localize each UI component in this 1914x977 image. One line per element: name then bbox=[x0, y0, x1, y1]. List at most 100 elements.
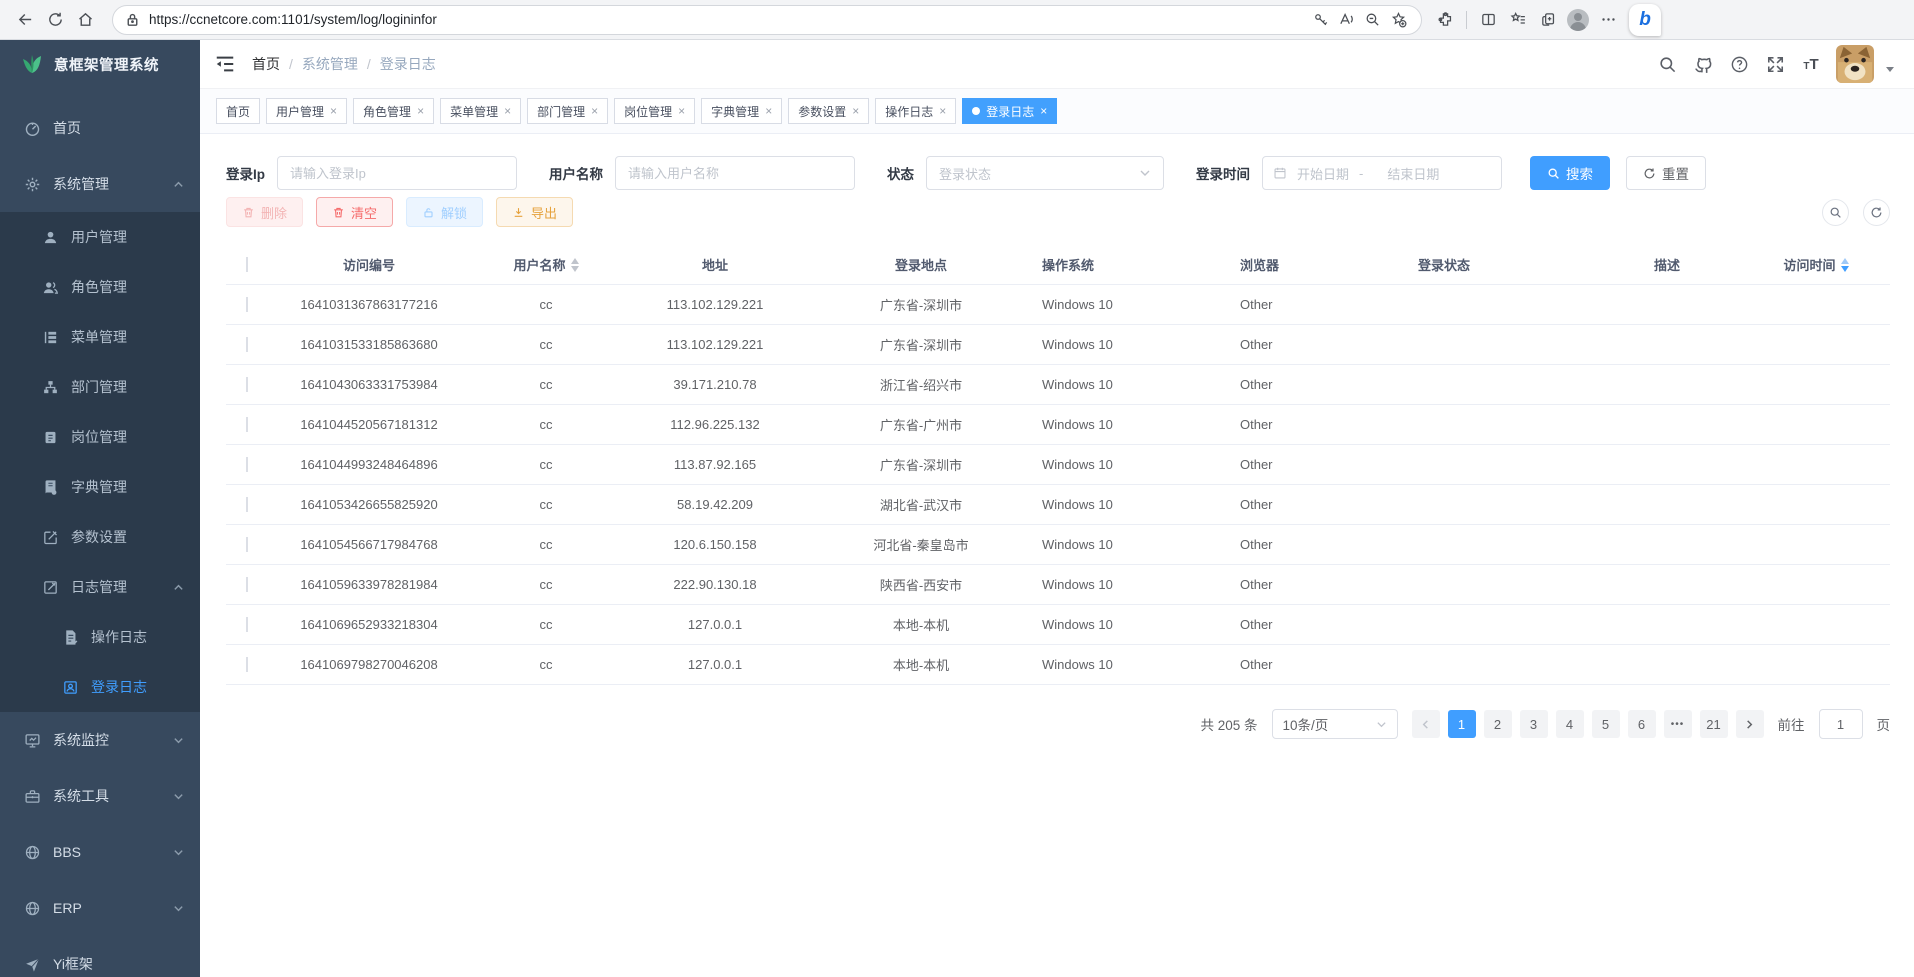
sidebar-collapse-icon[interactable] bbox=[214, 53, 236, 75]
tab-close-icon[interactable]: × bbox=[591, 104, 598, 118]
browser-back-icon[interactable] bbox=[10, 5, 40, 35]
sidebar-item-dept-manage[interactable]: 部门管理 bbox=[0, 362, 200, 412]
page-button-5[interactable]: 5 bbox=[1592, 710, 1620, 738]
delete-button[interactable]: 删除 bbox=[226, 197, 303, 227]
goto-page-input[interactable] bbox=[1819, 709, 1863, 739]
tab-role-manage[interactable]: 角色管理× bbox=[353, 98, 434, 124]
tab-close-icon[interactable]: × bbox=[417, 104, 424, 118]
col-header-visit-time[interactable]: 访问时间 bbox=[1742, 255, 1890, 274]
sidebar-item-yi-framework[interactable]: Yi框架 bbox=[0, 936, 200, 977]
sidebar-item-user-manage[interactable]: 用户管理 bbox=[0, 212, 200, 262]
sidebar-item-login-log[interactable]: 登录日志 bbox=[0, 662, 200, 712]
bing-chat-icon[interactable]: b bbox=[1629, 4, 1661, 36]
row-checkbox[interactable] bbox=[246, 657, 248, 672]
tab-post-manage[interactable]: 岗位管理× bbox=[614, 98, 695, 124]
select-all-checkbox[interactable] bbox=[246, 257, 248, 272]
tab-menu-manage[interactable]: 菜单管理× bbox=[440, 98, 521, 124]
date-range-picker[interactable]: 开始日期 - 结束日期 bbox=[1262, 156, 1502, 190]
row-checkbox[interactable] bbox=[246, 377, 248, 392]
tab-param-setting[interactable]: 参数设置× bbox=[788, 98, 869, 124]
tab-close-icon[interactable]: × bbox=[504, 104, 511, 118]
logo[interactable]: 意框架管理系统 bbox=[0, 40, 200, 88]
sidebar-item-menu-manage[interactable]: 菜单管理 bbox=[0, 312, 200, 362]
sort-icon-active[interactable] bbox=[1841, 258, 1849, 272]
tab-close-icon[interactable]: × bbox=[765, 104, 772, 118]
split-screen-icon[interactable] bbox=[1473, 5, 1503, 35]
show-search-toggle-icon[interactable] bbox=[1822, 199, 1849, 226]
page-button-3[interactable]: 3 bbox=[1520, 710, 1548, 738]
user-name-input[interactable] bbox=[615, 156, 855, 190]
browser-address-bar[interactable]: https://ccnetcore.com:1101/system/log/lo… bbox=[112, 5, 1422, 35]
sidebar-item-system-manage[interactable]: 系统管理 bbox=[0, 156, 200, 212]
row-checkbox[interactable] bbox=[246, 537, 248, 552]
row-checkbox[interactable] bbox=[246, 337, 248, 352]
row-checkbox[interactable] bbox=[246, 497, 248, 512]
password-key-icon[interactable] bbox=[1307, 7, 1333, 33]
row-checkbox[interactable] bbox=[246, 577, 248, 592]
sidebar-item-system-monitor[interactable]: 系统监控 bbox=[0, 712, 200, 768]
row-checkbox[interactable] bbox=[246, 617, 248, 632]
collections-icon[interactable] bbox=[1503, 5, 1533, 35]
browser-profile-avatar[interactable] bbox=[1563, 5, 1593, 35]
sidebar-item-post-manage[interactable]: 岗位管理 bbox=[0, 412, 200, 462]
sidebar-item-erp[interactable]: ERP bbox=[0, 880, 200, 936]
login-ip-input[interactable] bbox=[277, 156, 517, 190]
zoom-out-icon[interactable] bbox=[1359, 7, 1385, 33]
reset-button[interactable]: 重置 bbox=[1626, 156, 1706, 190]
col-header-user-name[interactable]: 用户名称 bbox=[470, 255, 622, 274]
sidebar-item-role-manage[interactable]: 角色管理 bbox=[0, 262, 200, 312]
tab-close-icon[interactable]: × bbox=[939, 104, 946, 118]
search-icon[interactable] bbox=[1656, 53, 1678, 75]
add-favorite-icon[interactable] bbox=[1385, 7, 1411, 33]
fullscreen-icon[interactable] bbox=[1764, 53, 1786, 75]
extensions-icon[interactable] bbox=[1430, 5, 1460, 35]
sidebar-item-bbs[interactable]: BBS bbox=[0, 824, 200, 880]
tab-login-log[interactable]: 登录日志× bbox=[962, 98, 1057, 124]
tab-home[interactable]: 首页 bbox=[216, 98, 260, 124]
tab-dept-manage[interactable]: 部门管理× bbox=[527, 98, 608, 124]
export-button[interactable]: 导出 bbox=[496, 197, 573, 227]
sort-icon[interactable] bbox=[571, 258, 579, 272]
caret-down-icon[interactable] bbox=[1884, 63, 1896, 75]
tab-dict-manage[interactable]: 字典管理× bbox=[701, 98, 782, 124]
row-checkbox[interactable] bbox=[246, 417, 248, 432]
tab-user-manage[interactable]: 用户管理× bbox=[266, 98, 347, 124]
page-size-select[interactable]: 10条/页 bbox=[1272, 709, 1398, 739]
page-button-last[interactable]: 21 bbox=[1700, 710, 1728, 738]
read-aloud-icon[interactable] bbox=[1333, 7, 1359, 33]
row-checkbox[interactable] bbox=[246, 457, 248, 472]
sidebar-item-home[interactable]: 首页 bbox=[0, 100, 200, 156]
page-button-4[interactable]: 4 bbox=[1556, 710, 1584, 738]
prev-page-button[interactable] bbox=[1412, 710, 1440, 738]
user-avatar[interactable] bbox=[1836, 45, 1874, 83]
sidebar-item-dict-manage[interactable]: 字典管理 bbox=[0, 462, 200, 512]
page-button-6[interactable]: 6 bbox=[1628, 710, 1656, 738]
sidebar-item-log-manage[interactable]: 日志管理 bbox=[0, 562, 200, 612]
refresh-table-icon[interactable] bbox=[1863, 199, 1890, 226]
tab-operation-log[interactable]: 操作日志× bbox=[875, 98, 956, 124]
tab-close-icon[interactable]: × bbox=[1040, 104, 1047, 118]
browser-home-icon[interactable] bbox=[70, 5, 100, 35]
page-button-2[interactable]: 2 bbox=[1484, 710, 1512, 738]
sidebar-item-operation-log[interactable]: 操作日志 bbox=[0, 612, 200, 662]
row-checkbox[interactable] bbox=[246, 297, 248, 312]
tab-close-icon[interactable]: × bbox=[852, 104, 859, 118]
help-icon[interactable] bbox=[1728, 53, 1750, 75]
github-icon[interactable] bbox=[1692, 53, 1714, 75]
sidebar-item-system-tools[interactable]: 系统工具 bbox=[0, 768, 200, 824]
url-text[interactable]: https://ccnetcore.com:1101/system/log/lo… bbox=[149, 12, 1307, 27]
font-size-icon[interactable]: TT bbox=[1800, 53, 1822, 75]
more-pages-button[interactable]: ••• bbox=[1664, 710, 1692, 738]
clear-button[interactable]: 清空 bbox=[316, 197, 393, 227]
unlock-button[interactable]: 解锁 bbox=[406, 197, 483, 227]
search-button[interactable]: 搜索 bbox=[1530, 156, 1610, 190]
browser-more-icon[interactable] bbox=[1593, 5, 1623, 35]
status-select[interactable]: 登录状态 bbox=[926, 156, 1164, 190]
page-button-1[interactable]: 1 bbox=[1448, 710, 1476, 738]
breadcrumb-level2[interactable]: 系统管理 bbox=[302, 54, 358, 74]
next-page-button[interactable] bbox=[1736, 710, 1764, 738]
tab-close-icon[interactable]: × bbox=[330, 104, 337, 118]
duplicate-tab-icon[interactable] bbox=[1533, 5, 1563, 35]
sidebar-item-param-setting[interactable]: 参数设置 bbox=[0, 512, 200, 562]
browser-refresh-icon[interactable] bbox=[40, 5, 70, 35]
